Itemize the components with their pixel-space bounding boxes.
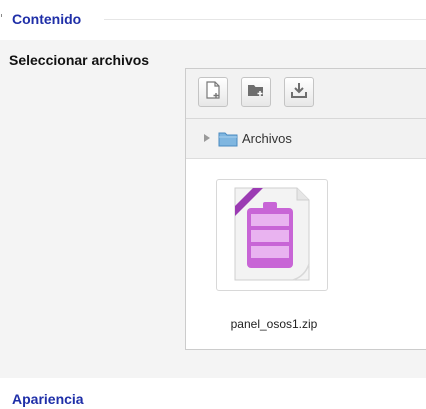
create-folder-icon xyxy=(247,82,265,103)
section-marker xyxy=(1,14,2,17)
file-thumbnail[interactable] xyxy=(216,179,328,291)
file-name[interactable]: panel_osos1.zip xyxy=(214,317,334,331)
section-divider xyxy=(104,19,426,20)
breadcrumb-folder-label[interactable]: Archivos xyxy=(242,131,292,146)
expand-arrow-icon[interactable] xyxy=(204,134,210,142)
file-manager-toolbar xyxy=(186,69,426,119)
folder-icon xyxy=(218,131,238,150)
download-icon xyxy=(290,81,308,104)
section-title[interactable]: Contenido xyxy=(12,9,81,29)
section-header-apariencia[interactable]: Apariencia xyxy=(0,389,426,409)
breadcrumb: Archivos xyxy=(186,119,426,159)
section-title[interactable]: Apariencia xyxy=(12,389,84,409)
file-manager: Archivos panel_osos1.zip xyxy=(185,68,426,350)
download-button[interactable] xyxy=(284,77,314,107)
field-label: Seleccionar archivos xyxy=(9,52,150,68)
create-folder-button[interactable] xyxy=(241,77,271,107)
section-header-contenido[interactable]: Contenido xyxy=(0,9,426,29)
add-file-button[interactable] xyxy=(198,77,228,107)
add-file-icon xyxy=(205,80,221,104)
file-item[interactable]: panel_osos1.zip xyxy=(214,179,334,331)
